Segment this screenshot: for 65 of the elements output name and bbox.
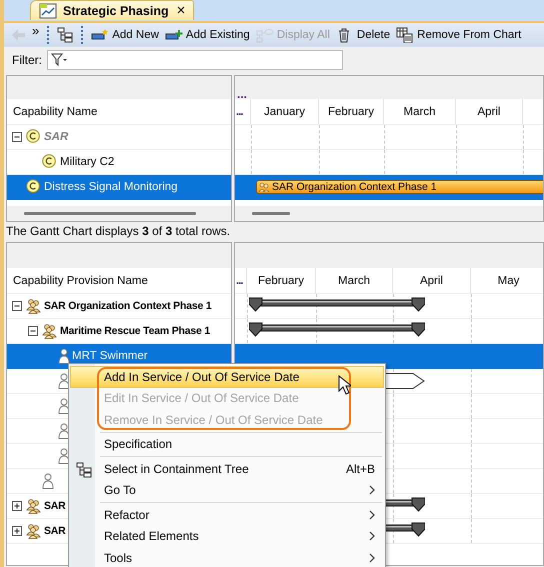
- menu-item[interactable]: Related Elements: [70, 526, 384, 547]
- group-icon: [42, 323, 58, 339]
- table-trash-icon: [396, 27, 414, 43]
- item-name: SAR: [44, 525, 66, 537]
- column-header: Capability Provision Name: [13, 274, 148, 286]
- filter-field[interactable]: [47, 50, 343, 70]
- remove-from-chart-button[interactable]: Remove From Chart: [394, 24, 524, 46]
- cursor-icon: [338, 375, 351, 395]
- add-existing-button[interactable]: Add Existing: [162, 24, 252, 46]
- tree-row[interactable]: SAR Organization Context Phase 1: [7, 294, 231, 319]
- status-text: The Gantt Chart displays 3 of 3 total rows.: [6, 224, 230, 238]
- group-icon: [26, 298, 42, 314]
- chart-icon: [39, 2, 57, 18]
- delete-button[interactable]: Delete: [334, 24, 392, 46]
- shortcut-label: Alt+B: [346, 462, 375, 476]
- person-icon: [42, 473, 54, 489]
- group-icon: [259, 182, 269, 192]
- person-icon: [58, 348, 70, 364]
- overflow-button[interactable]: »: [30, 23, 42, 37]
- person-icon: [58, 373, 70, 389]
- person-icon: [58, 398, 70, 414]
- scrollbar[interactable]: [235, 206, 543, 221]
- filter-label: Filter:: [12, 53, 42, 67]
- menu-item[interactable]: Select in Containment Tree Alt+B: [70, 458, 384, 480]
- column-header: Capability Name: [13, 106, 98, 118]
- filter-icon: [51, 53, 67, 67]
- close-button[interactable]: ×: [174, 2, 188, 19]
- capability-icon: [42, 154, 58, 170]
- item-name: SAR: [44, 500, 66, 512]
- menu-item[interactable]: Specification: [70, 434, 384, 455]
- display-all-icon: [256, 27, 274, 43]
- month-header: April: [456, 99, 523, 124]
- item-name: MRT Swimmer: [72, 350, 148, 362]
- capability-icon: [26, 179, 42, 195]
- group-icon: [26, 498, 42, 514]
- item-name: SAR Organization Context Phase 1: [44, 300, 212, 312]
- menu-item[interactable]: Add In Service / Out Of Service Date: [70, 366, 384, 388]
- tree-row[interactable]: SAR: [7, 125, 231, 150]
- item-name: Distress Signal Monitoring: [44, 181, 178, 193]
- scrollbar[interactable]: [7, 206, 231, 221]
- capability-icon: [26, 129, 42, 145]
- overflow-marker: ...: [237, 89, 248, 99]
- item-name: Military C2: [60, 156, 114, 168]
- month-header: May: [471, 268, 543, 293]
- month-header: February: [247, 268, 316, 293]
- month-header: March: [316, 268, 393, 293]
- item-name: SAR: [44, 131, 68, 143]
- tree-row[interactable]: Distress Signal Monitoring: [7, 175, 231, 200]
- month-header: March: [384, 99, 456, 124]
- month-header: April: [393, 268, 471, 293]
- person-icon: [58, 423, 70, 439]
- group-icon: [26, 523, 42, 539]
- menu-item[interactable]: Go To: [70, 480, 384, 501]
- item-name: Maritime Rescue Team Phase 1: [60, 325, 210, 337]
- tab-title: Strategic Phasing: [63, 4, 169, 18]
- person-icon: [58, 448, 70, 464]
- editor-tab[interactable]: Strategic Phasing ×: [30, 0, 194, 20]
- bar-label: SAR Organization Context Phase 1: [272, 181, 437, 193]
- back-arrow-icon: [10, 27, 26, 43]
- month-header: February: [319, 99, 384, 124]
- tree-icon: [57, 27, 74, 43]
- add-new-button[interactable]: Add New: [89, 24, 161, 46]
- menu-item[interactable]: Refactor: [70, 504, 384, 526]
- menu-item[interactable]: Tools: [70, 547, 384, 567]
- month-header: January: [251, 99, 319, 124]
